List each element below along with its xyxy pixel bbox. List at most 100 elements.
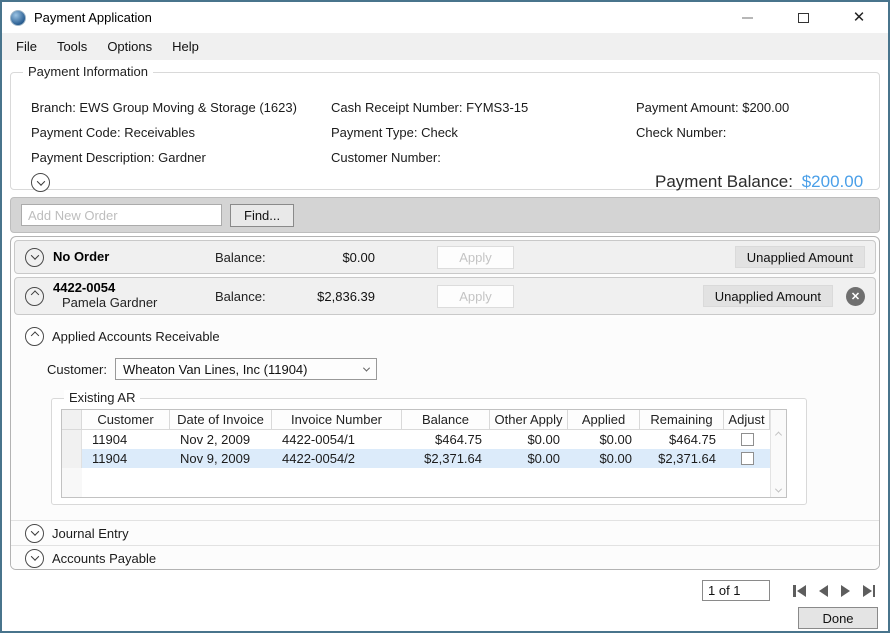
add-order-toolbar: Find...: [10, 197, 880, 233]
balance-value: $0.00: [287, 250, 375, 265]
maximize-button[interactable]: [792, 7, 814, 29]
cell-remaining: $2,371.64: [640, 449, 724, 468]
col-applied: Applied: [568, 410, 640, 430]
payment-type-field: Payment Type: Check: [331, 125, 636, 140]
adjust-checkbox[interactable]: [741, 433, 754, 446]
accounts-payable-title: Accounts Payable: [52, 551, 156, 566]
check-number-field: Check Number:: [636, 125, 867, 140]
order-subtitle: Pamela Gardner: [53, 295, 157, 310]
apply-button[interactable]: Apply: [437, 246, 514, 269]
maximize-icon: [798, 13, 809, 23]
window-title: Payment Application: [34, 10, 152, 25]
order-collapse-button[interactable]: [25, 287, 44, 306]
cell-balance: $2,371.64: [402, 449, 490, 468]
cell-applied: $0.00: [568, 449, 640, 468]
cell-other-apply: $0.00: [490, 430, 568, 449]
payment-information-legend: Payment Information: [23, 64, 153, 79]
cell-invoice-number: 4422-0054/2: [272, 449, 402, 468]
unapplied-amount-button[interactable]: Unapplied Amount: [703, 285, 833, 307]
order-row-no-order: No Order Balance: $0.00 Apply Unapplied …: [14, 240, 876, 274]
previous-page-button[interactable]: [816, 581, 831, 601]
accounts-payable-expander-button[interactable]: [25, 549, 44, 568]
payment-information-group: Payment Information Branch: EWS Group Mo…: [10, 72, 880, 190]
table-row[interactable]: 11904 Nov 2, 2009 4422-0054/1 $464.75 $0…: [62, 430, 770, 449]
table-scrollbar[interactable]: [770, 410, 786, 430]
add-new-order-input[interactable]: [21, 204, 222, 226]
payment-balance: Payment Balance: $200.00: [655, 172, 863, 192]
applied-ar-collapse-button[interactable]: [25, 327, 44, 346]
existing-ar-group: Existing AR Customer Date of Invoice Inv…: [51, 398, 807, 505]
chevron-up-icon: [30, 290, 38, 298]
find-button[interactable]: Find...: [230, 204, 294, 227]
payment-balance-label: Payment Balance:: [655, 172, 793, 191]
cell-customer: 11904: [82, 430, 170, 449]
col-date-of-invoice: Date of Invoice: [170, 410, 272, 430]
title-bar: Payment Application ✕: [2, 2, 888, 33]
cell-invoice-number: 4422-0054/1: [272, 430, 402, 449]
close-button[interactable]: ✕: [848, 7, 870, 29]
menu-help[interactable]: Help: [162, 35, 209, 58]
minimize-button[interactable]: [736, 7, 758, 29]
existing-ar-table: Customer Date of Invoice Invoice Number …: [61, 409, 787, 498]
col-invoice-number: Invoice Number: [272, 410, 402, 430]
scroll-down-icon: [775, 486, 782, 493]
customer-number-field: Customer Number:: [331, 150, 636, 165]
row-selector-header: [62, 410, 82, 430]
last-page-button[interactable]: [860, 581, 879, 601]
adjust-checkbox[interactable]: [741, 452, 754, 465]
page-indicator-input[interactable]: [702, 580, 770, 601]
row-selector[interactable]: [62, 430, 82, 449]
cell-applied: $0.00: [568, 430, 640, 449]
journal-entry-expander-button[interactable]: [25, 524, 44, 543]
unapplied-amount-button[interactable]: Unapplied Amount: [735, 246, 865, 268]
balance-value: $2,836.39: [287, 289, 375, 304]
table-header-row: Customer Date of Invoice Invoice Number …: [62, 410, 786, 430]
menu-options[interactable]: Options: [97, 35, 162, 58]
orders-panel: No Order Balance: $0.00 Apply Unapplied …: [10, 236, 880, 570]
menu-file[interactable]: File: [6, 35, 47, 58]
existing-ar-legend: Existing AR: [64, 390, 140, 405]
previous-page-icon: [819, 585, 828, 597]
done-button[interactable]: Done: [798, 607, 878, 629]
chevron-down-icon: [363, 364, 370, 371]
no-order-expander-button[interactable]: [25, 248, 44, 267]
cell-date-of-invoice: Nov 2, 2009: [170, 430, 272, 449]
balance-label: Balance:: [215, 289, 287, 304]
chevron-up-icon: [30, 331, 38, 339]
chevron-down-icon: [30, 251, 38, 259]
order-row-4422-0054: 4422-0054 Pamela Gardner Balance: $2,836…: [14, 277, 876, 315]
first-page-button[interactable]: [790, 581, 809, 601]
table-scrollbar[interactable]: [770, 430, 786, 497]
cell-customer: 11904: [82, 449, 170, 468]
customer-dropdown-value: Wheaton Van Lines, Inc (11904): [123, 362, 308, 377]
remove-order-button[interactable]: ✕: [846, 287, 865, 306]
cell-balance: $464.75: [402, 430, 490, 449]
branch-field: Branch: EWS Group Moving & Storage (1623…: [31, 100, 331, 115]
col-balance: Balance: [402, 410, 490, 430]
customer-dropdown[interactable]: Wheaton Van Lines, Inc (11904): [115, 358, 377, 380]
chevron-down-icon: [36, 177, 44, 185]
applied-ar-section-header: Applied Accounts Receivable: [11, 318, 879, 346]
table-row[interactable]: 11904 Nov 9, 2009 4422-0054/2 $2,371.64 …: [62, 449, 770, 468]
next-page-button[interactable]: [838, 581, 853, 601]
payment-info-expander-button[interactable]: [31, 173, 50, 192]
menu-tools[interactable]: Tools: [47, 35, 97, 58]
cell-date-of-invoice: Nov 9, 2009: [170, 449, 272, 468]
col-customer: Customer: [82, 410, 170, 430]
next-page-icon: [841, 585, 850, 597]
payment-balance-value: $200.00: [802, 172, 863, 191]
accounts-payable-section-header: Accounts Payable: [11, 545, 879, 570]
col-adjust: Adjust: [724, 410, 770, 430]
col-remaining: Remaining: [640, 410, 724, 430]
journal-entry-section-header: Journal Entry: [11, 520, 879, 545]
menu-bar: File Tools Options Help: [2, 33, 888, 60]
minimize-icon: [742, 17, 753, 19]
first-page-icon: [793, 585, 796, 597]
journal-entry-title: Journal Entry: [52, 526, 129, 541]
applied-ar-title: Applied Accounts Receivable: [52, 329, 220, 344]
row-selector[interactable]: [62, 449, 82, 468]
payment-amount-field: Payment Amount: $200.00: [636, 100, 867, 115]
cell-remaining: $464.75: [640, 430, 724, 449]
apply-button[interactable]: Apply: [437, 285, 514, 308]
last-page-icon: [863, 585, 872, 597]
